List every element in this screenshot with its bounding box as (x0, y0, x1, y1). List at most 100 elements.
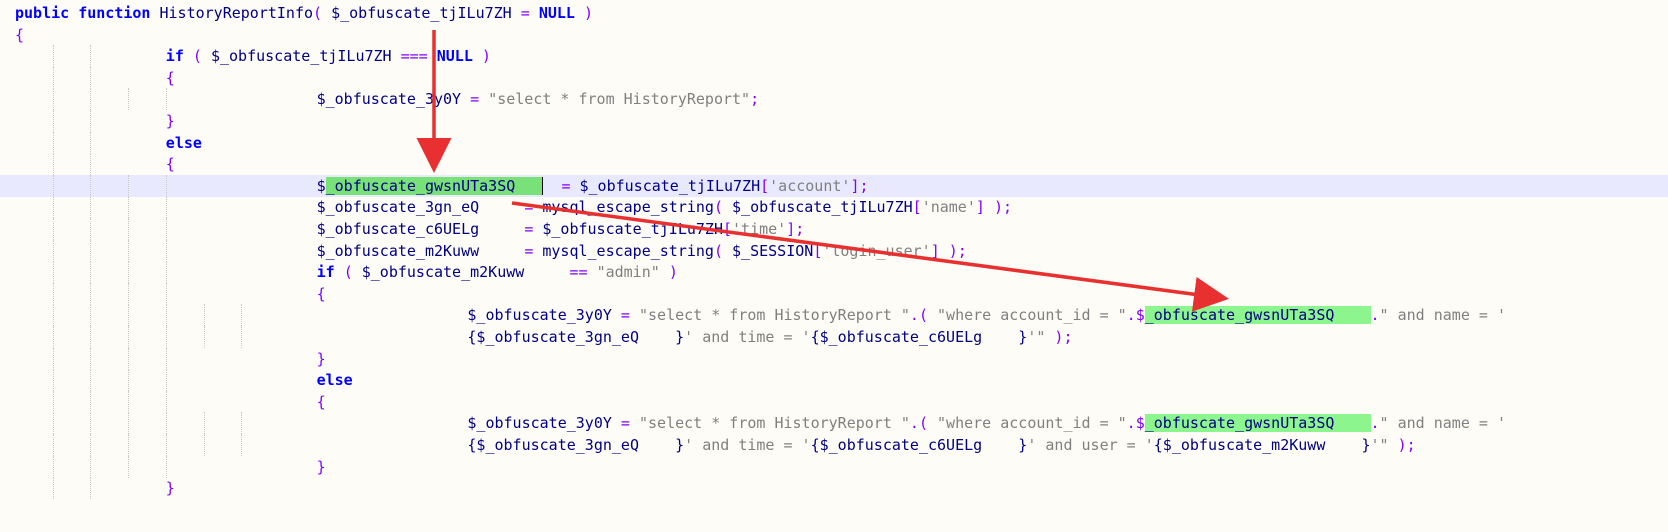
code-line[interactable]: $_obfuscate_3y0Y = "select * from Histor… (0, 88, 1668, 111)
code-token: [ (912, 198, 922, 217)
indent-guide (52, 369, 54, 392)
code-token: { (15, 25, 25, 44)
code-text: $_obfuscate_m2Kuww = mysql_escape_string… (317, 240, 967, 262)
code-token: $_obfuscate_tjILu7ZH (331, 4, 521, 22)
code-token: = (524, 198, 543, 217)
indent-guide (90, 347, 92, 370)
code-text: { (166, 153, 175, 175)
indent-guide (128, 326, 130, 348)
code-line[interactable]: } (0, 455, 1668, 478)
code-token: ); (1397, 436, 1416, 454)
code-token: { (165, 68, 175, 87)
indent-guide (241, 326, 243, 348)
code-token: mysql_escape_string (542, 198, 714, 217)
code-token: "admin" (596, 263, 669, 282)
indent-guide (52, 174, 54, 197)
code-line[interactable]: $_obfuscate_3y0Y = "select * from Histor… (0, 304, 1668, 327)
indent-guide (90, 326, 92, 348)
code-token: { (165, 155, 175, 174)
code-line[interactable]: { (0, 282, 1668, 305)
indent-guide (52, 455, 54, 478)
indent-guide (90, 218, 92, 240)
code-token: function (78, 4, 160, 22)
code-line[interactable]: $_obfuscate_3y0Y = "select * from Histor… (0, 412, 1668, 435)
code-token: ( (713, 241, 733, 260)
indent-guide (165, 390, 167, 413)
indent-guide (128, 282, 130, 305)
indent-guide (90, 455, 92, 478)
code-line[interactable]: else (0, 131, 1668, 154)
code-token: ( (313, 4, 332, 22)
indent-guide (90, 131, 92, 154)
code-token: $_obfuscate_tjILu7ZH (579, 176, 761, 195)
indent-guide (52, 282, 54, 305)
code-token: $_obfuscate_tjILu7ZH (542, 220, 723, 238)
indent-guide (52, 434, 54, 456)
code-line[interactable]: { (0, 24, 1668, 46)
indent-guide (128, 174, 130, 197)
code-line[interactable]: else (0, 369, 1668, 392)
code-text: $_obfuscate_3gn_eQ = mysql_escape_string… (317, 196, 1012, 218)
indent-guide (90, 174, 92, 197)
code-line[interactable]: $_obfuscate_3gn_eQ = mysql_escape_string… (0, 196, 1668, 219)
indent-guide (90, 239, 92, 262)
code-line[interactable]: if ( $_obfuscate_tjILu7ZH === NULL ) (0, 45, 1668, 68)
indent-guide (165, 282, 167, 305)
code-line[interactable]: $_obfuscate_c6UELg = $_obfuscate_tjILu7Z… (0, 218, 1668, 240)
code-line[interactable]: $_obfuscate_gwsnUTa3SQ = $_obfuscate_tjI… (0, 174, 1668, 197)
code-token: $_obfuscate_c6UELg (316, 220, 525, 238)
indent-guide (90, 390, 92, 413)
code-token: . (1370, 414, 1380, 433)
code-token: ; (750, 90, 760, 109)
code-line[interactable]: { (0, 66, 1668, 89)
code-text: { (317, 391, 326, 413)
indent-guide (90, 369, 92, 392)
code-line[interactable]: { (0, 390, 1668, 413)
code-token: "where account_id = " (937, 306, 1127, 325)
code-line[interactable]: } (0, 477, 1668, 500)
code-token: 'account' (769, 176, 851, 195)
code-token: $_obfuscate_3y0Y (467, 414, 621, 433)
indent-guide (128, 412, 130, 435)
code-text: $_obfuscate_c6UELg = $_obfuscate_tjILu7Z… (317, 218, 805, 240)
indent-guide (52, 131, 54, 154)
indent-guide (165, 174, 167, 197)
code-text: $_obfuscate_3y0Y = "select * from Histor… (467, 304, 1506, 326)
code-line[interactable]: {$_obfuscate_3gn_eQ }' and time = '{$_ob… (0, 434, 1668, 456)
indent-guide (52, 88, 54, 111)
code-text: $_obfuscate_3y0Y = "select * from Histor… (317, 88, 760, 110)
indent-guide (52, 110, 54, 132)
code-editor[interactable]: public function HistoryReportInfo( $_obf… (0, 0, 1668, 532)
code-token: $_obfuscate_3gn_eQ (316, 198, 525, 217)
indent-guide (52, 477, 54, 500)
code-line[interactable]: } (0, 347, 1668, 370)
indent-guide (52, 390, 54, 413)
code-token: { (316, 284, 326, 303)
code-token: $_obfuscate_3y0Y (316, 90, 471, 109)
code-line[interactable]: $_obfuscate_m2Kuww = mysql_escape_string… (0, 239, 1668, 262)
indent-guide (52, 347, 54, 370)
indent-guide (165, 369, 167, 392)
code-token: "select * from HistoryReport" (488, 90, 751, 109)
code-token: } (316, 457, 326, 476)
code-token: _obfuscate_gwsnUTa3SQ (1144, 306, 1371, 325)
code-line[interactable]: public function HistoryReportInfo( $_obf… (0, 2, 1668, 24)
code-line[interactable]: {$_obfuscate_3gn_eQ }' and time = '{$_ob… (0, 326, 1668, 348)
indent-guide (241, 434, 243, 456)
indent-guide (128, 434, 130, 456)
code-text: { (166, 67, 175, 89)
code-token: = (561, 176, 580, 195)
indent-guide (52, 239, 54, 262)
code-line[interactable]: { (0, 153, 1668, 176)
code-token: .$ (1126, 414, 1145, 433)
code-token: ( (192, 47, 211, 66)
code-line[interactable]: if ( $_obfuscate_m2Kuww == "admin" ) (0, 261, 1668, 284)
code-token: 'name' (921, 198, 976, 217)
code-token: ); (993, 198, 1012, 217)
indent-guide (52, 218, 54, 240)
code-token: .( (909, 414, 938, 433)
code-token: $_SESSION (732, 241, 814, 260)
code-line[interactable]: } (0, 110, 1668, 132)
code-text: $_obfuscate_gwsnUTa3SQ = $_obfuscate_tjI… (317, 175, 869, 197)
indent-guide (128, 261, 130, 284)
